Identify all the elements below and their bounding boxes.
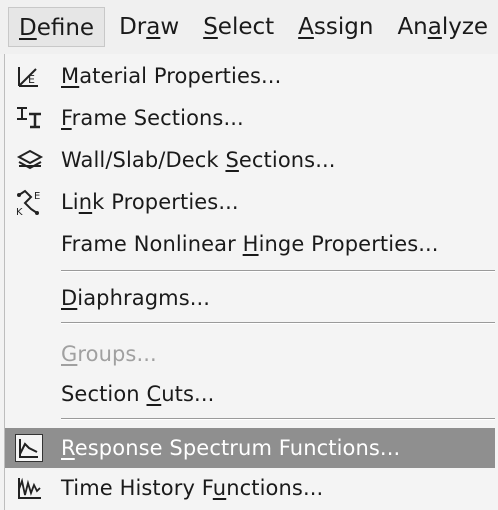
wall-slab-deck-icon <box>15 145 45 175</box>
menu-analyze[interactable]: Analyze <box>387 7 498 47</box>
menu-separator <box>61 418 495 420</box>
menu-item-response-spectrum-functions[interactable]: Response Spectrum Functions... <box>5 428 495 468</box>
menu-separator <box>61 270 495 272</box>
menu-item-section-cuts[interactable]: Section Cuts... <box>5 374 495 414</box>
app-window: Define Draw Select Assign Analyze E Mate… <box>0 0 498 510</box>
link-properties-icon: E K <box>15 187 45 217</box>
menu-item-wall-slab-deck-sections[interactable]: Wall/Slab/Deck Sections... <box>5 140 495 180</box>
menu-item-time-history-functions[interactable]: Time History Functions... <box>5 468 495 508</box>
menu-item-frame-sections[interactable]: Frame Sections... <box>5 98 495 138</box>
menu-draw[interactable]: Draw <box>109 7 189 47</box>
menu-bar: Define Draw Select Assign Analyze <box>0 0 498 54</box>
response-spectrum-icon <box>15 434 43 462</box>
menu-item-link-properties[interactable]: E K Link Properties... <box>5 182 495 222</box>
define-dropdown-menu: E Material Properties... Frame Sections.… <box>4 54 498 510</box>
svg-text:E: E <box>34 191 40 202</box>
menu-define[interactable]: Define <box>8 7 106 47</box>
time-history-icon <box>15 473 45 503</box>
menu-item-frame-nonlinear-hinge-properties[interactable]: Frame Nonlinear Hinge Properties... <box>5 224 495 264</box>
menu-separator <box>61 322 495 324</box>
frame-sections-icon <box>15 103 45 133</box>
menu-item-groups: Groups... <box>61 342 157 366</box>
svg-text:E: E <box>28 73 35 86</box>
material-properties-icon: E <box>15 61 45 91</box>
svg-text:K: K <box>16 207 23 217</box>
menu-item-diaphragms[interactable]: Diaphragms... <box>5 278 495 318</box>
menu-item-material-properties[interactable]: E Material Properties... <box>5 56 495 96</box>
menu-select[interactable]: Select <box>193 7 284 47</box>
menu-assign[interactable]: Assign <box>288 7 383 47</box>
